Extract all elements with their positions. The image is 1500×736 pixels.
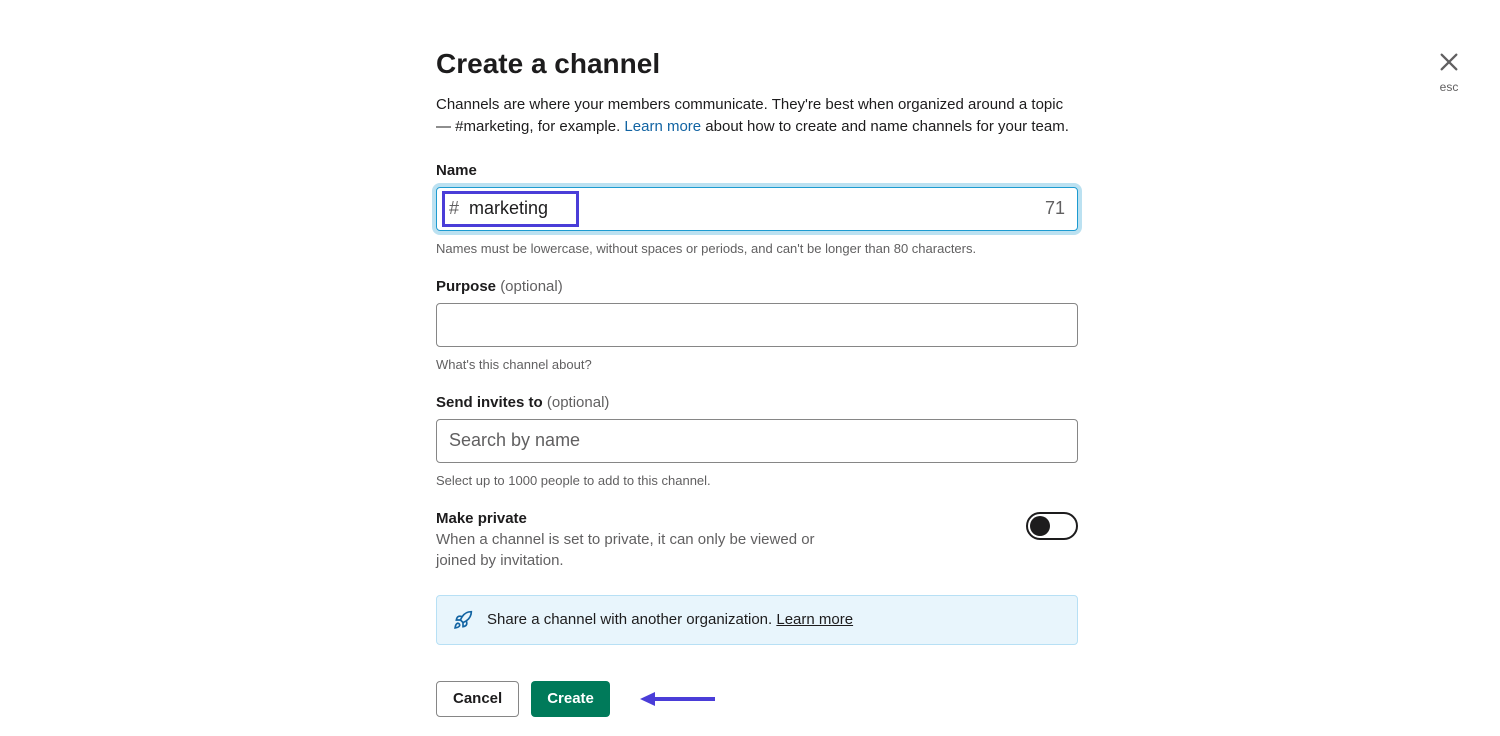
private-section: Make private When a channel is set to pr… (436, 510, 1078, 571)
private-description: When a channel is set to private, it can… (436, 529, 856, 571)
purpose-label: Purpose (optional) (436, 278, 1078, 295)
name-label: Name (436, 162, 1078, 179)
purpose-optional: (optional) (500, 278, 563, 295)
annotation-arrow (640, 689, 715, 709)
button-row: Cancel Create (436, 681, 1078, 717)
close-button[interactable]: esc (1438, 50, 1460, 94)
share-learn-more-link[interactable]: Learn more (776, 611, 853, 628)
invites-input[interactable] (436, 419, 1078, 463)
char-count: 71 (1045, 198, 1065, 219)
private-title: Make private (436, 510, 856, 527)
toggle-knob (1030, 516, 1050, 536)
invites-label: Send invites to (optional) (436, 394, 1078, 411)
channel-name-input[interactable] (469, 198, 1045, 219)
description-suffix: about how to create and name channels fo… (701, 118, 1069, 135)
create-button[interactable]: Create (531, 681, 610, 717)
share-banner: Share a channel with another organizatio… (436, 595, 1078, 645)
hash-icon: # (449, 198, 459, 219)
cancel-button[interactable]: Cancel (436, 681, 519, 717)
private-toggle[interactable] (1026, 512, 1078, 540)
invites-optional: (optional) (547, 394, 610, 411)
modal-description: Channels are where your members communic… (436, 94, 1078, 138)
name-input-wrapper[interactable]: # 71 (436, 187, 1078, 231)
invites-hint: Select up to 1000 people to add to this … (436, 473, 1078, 488)
create-channel-modal: Create a channel Channels are where your… (436, 48, 1078, 717)
name-hint: Names must be lowercase, without spaces … (436, 241, 1078, 256)
close-label: esc (1438, 80, 1460, 94)
purpose-input[interactable] (436, 303, 1078, 347)
share-banner-text: Share a channel with another organizatio… (487, 611, 853, 628)
learn-more-link[interactable]: Learn more (624, 118, 701, 135)
private-text: Make private When a channel is set to pr… (436, 510, 856, 571)
close-icon (1438, 50, 1460, 78)
purpose-hint: What's this channel about? (436, 357, 1078, 372)
rocket-icon (453, 610, 473, 630)
modal-title: Create a channel (436, 48, 1078, 80)
